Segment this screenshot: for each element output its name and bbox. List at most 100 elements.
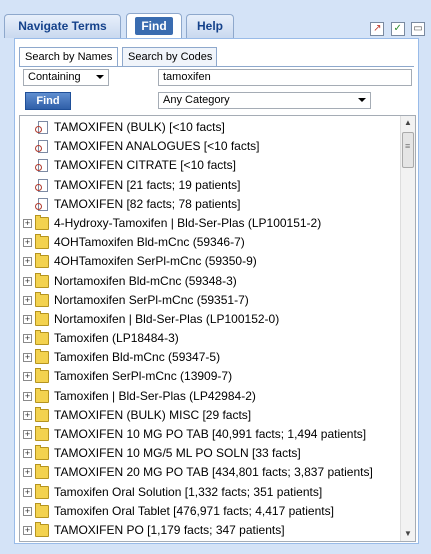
folder-icon	[35, 464, 49, 480]
find-button[interactable]: Find	[25, 92, 71, 110]
list-item-label: TAMOXIFEN [82 facts; 78 patients]	[54, 196, 241, 211]
folder-icon	[35, 234, 49, 250]
list-item[interactable]: +4-Hydroxy-Tamoxifen | Bld-Ser-Plas (LP1…	[20, 214, 400, 233]
list-item-label: 4OHTamoxifen SerPl-mCnc (59350-9)	[54, 254, 257, 269]
folder-icon	[35, 426, 49, 441]
document-icon	[35, 121, 48, 134]
scroll-down-icon[interactable]: ▼	[401, 527, 415, 541]
expand-icon[interactable]: +	[23, 468, 32, 478]
list-item[interactable]: +4OHTamoxifen SerPl-mCnc (59350-9)	[20, 252, 400, 271]
list-item-label: Tamoxifen Oral Tablet [476,971 facts; 4,…	[54, 503, 334, 518]
list-item[interactable]: + Tamoxifen Oral Solution [1,332 facts; 3…	[20, 483, 400, 502]
list-item[interactable]: TAMOXIFEN ANALOGUES [<10 facts]	[20, 137, 400, 156]
expand-icon[interactable]: +	[23, 506, 32, 516]
list-item-label: TAMOXIFEN ANALOGUES [<10 facts]	[54, 139, 260, 154]
list-item-label: TAMOXIFEN CITRATE [<10 facts]	[54, 158, 236, 173]
document-icon	[35, 140, 48, 154]
list-item-label: 4OHTamoxifen Bld-mCnc (59346-7)	[54, 235, 245, 250]
chevron-down-icon	[96, 75, 104, 79]
list-item[interactable]: TAMOXIFEN CITRATE [<10 facts]	[20, 156, 400, 175]
list-item-label: TAMOXIFEN [21 facts; 19 patients]	[54, 177, 241, 192]
tab-help[interactable]: Help	[186, 14, 234, 38]
find-panel: Search by Names Search by Codes Containi…	[14, 38, 419, 544]
main-tab-bar: Navigate Terms Find Help ↗ ✓ ▭	[4, 6, 427, 39]
window-icon[interactable]: ▭	[411, 22, 425, 36]
list-item-label: Nortamoxifen Bld-mCnc (59348-3)	[54, 273, 237, 288]
list-item[interactable]: + TAMOXIFEN 10 MG PO TAB [40,991 facts; 1…	[20, 425, 400, 444]
folder-icon	[35, 272, 49, 288]
scroll-thumb[interactable]	[402, 132, 414, 168]
expand-icon[interactable]: +	[23, 430, 32, 439]
document-icon	[35, 197, 48, 211]
list-item[interactable]: + Tamoxifen Bld-mCnc (59347-5)	[20, 348, 400, 367]
list-item[interactable]: + Nortamoxifen SerPl-mCnc (59351-7)	[20, 291, 400, 310]
list-item[interactable]: +TAMOXIFEN PO [1,179 facts; 347 patients…	[20, 540, 400, 541]
expand-icon[interactable]: +	[23, 334, 32, 344]
check-icon[interactable]: ✓	[390, 22, 405, 36]
folder-icon	[35, 330, 49, 346]
expand-icon[interactable]: +	[23, 372, 32, 382]
folder-icon	[35, 368, 49, 384]
tab-navigate-terms-label: Navigate Terms	[18, 19, 107, 33]
folder-icon	[35, 521, 49, 537]
list-item-label: 4-Hydroxy-Tamoxifen | Bld-Ser-Plas (LP10…	[54, 215, 322, 230]
list-item[interactable]: + Tamoxifen Oral Tablet [476,971 facts; 4…	[20, 502, 400, 521]
expand-icon[interactable]: +	[23, 353, 32, 363]
results-scrollbar[interactable]: ▲ ▼	[400, 116, 415, 541]
tab-find[interactable]: Find	[126, 13, 182, 39]
scroll-up-icon[interactable]: ▲	[401, 116, 415, 130]
expand-icon[interactable]: +	[23, 525, 32, 535]
expand-icon[interactable]: +	[23, 391, 32, 401]
folder-icon	[35, 291, 49, 307]
search-input[interactable]: tamoxifen	[158, 69, 412, 86]
tab-search-by-codes[interactable]: Search by Codes	[122, 47, 217, 67]
list-item-label: TAMOXIFEN (BULK) MISC [29 facts]	[54, 407, 252, 422]
list-item[interactable]: TAMOXIFEN (BULK) [<10 facts]	[20, 118, 400, 137]
expand-icon[interactable]: +	[23, 295, 32, 305]
expand-icon[interactable]: +	[23, 238, 32, 248]
list-item[interactable]: + Tamoxifen | Bld-Ser-Plas (LP42984-2)	[20, 387, 400, 406]
folder-icon	[35, 349, 49, 365]
export-icon[interactable]: ↗	[370, 22, 385, 36]
category-select[interactable]: Any Category	[158, 92, 371, 109]
list-item-label: Tamoxifen (LP18484-3)	[54, 331, 179, 346]
list-item[interactable]: TAMOXIFEN [82 facts; 78 patients]	[20, 195, 400, 214]
list-item[interactable]: + TAMOXIFEN PO [1,179 facts; 347 patients…	[20, 521, 400, 540]
list-item[interactable]: + Tamoxifen (LP18484-3)	[20, 329, 400, 348]
expand-icon[interactable]: +	[23, 276, 32, 286]
folder-icon	[35, 214, 49, 230]
match-mode-select[interactable]: Containing	[23, 69, 109, 86]
expand-icon[interactable]: +	[23, 314, 32, 324]
tab-search-by-names-label: Search by Names	[25, 51, 113, 63]
tab-navigate-terms[interactable]: Navigate Terms	[4, 14, 121, 38]
document-icon	[35, 178, 48, 192]
list-item-label: TAMOXIFEN 10 MG/5 ML PO SOLN [33 facts]	[54, 446, 301, 461]
expand-icon[interactable]: +	[23, 218, 32, 228]
list-item-label: Tamoxifen SerPl-mCnc (13909-7)	[54, 369, 233, 384]
folder-icon	[35, 445, 49, 461]
tab-search-by-names[interactable]: Search by Names	[19, 47, 118, 67]
list-item-label: TAMOXIFEN PO [1,179 facts; 347 patients]	[54, 540, 285, 541]
list-item-label: TAMOXIFEN 20 MG PO TAB [434,801 facts; 3…	[54, 465, 373, 480]
folder-icon	[35, 502, 49, 518]
tab-search-by-codes-label: Search by Codes	[128, 51, 213, 63]
list-item[interactable]: +4OHTamoxifen Bld-mCnc (59346-7)	[20, 233, 400, 252]
match-mode-value: Containing	[28, 71, 81, 83]
list-item[interactable]: TAMOXIFEN [21 facts; 19 patients]	[20, 176, 400, 195]
expand-icon[interactable]: +	[23, 410, 32, 420]
list-item[interactable]: + Nortamoxifen | Bld-Ser-Plas (LP100152-0…	[20, 310, 400, 329]
list-item-label: Nortamoxifen | Bld-Ser-Plas (LP100152-0)	[54, 311, 280, 326]
expand-icon[interactable]: +	[23, 449, 32, 459]
search-form: Containing tamoxifen Find Any Category	[19, 66, 414, 115]
list-item-label: TAMOXIFEN 10 MG PO TAB [40,991 facts; 1,…	[54, 427, 367, 441]
list-item[interactable]: + TAMOXIFEN 10 MG/5 ML PO SOLN [33 facts]	[20, 444, 400, 463]
list-item[interactable]: + Tamoxifen SerPl-mCnc (13909-7)	[20, 367, 400, 386]
list-item[interactable]: + TAMOXIFEN (BULK) MISC [29 facts]	[20, 406, 400, 425]
find-button-label: Find	[36, 95, 60, 107]
results-rows: TAMOXIFEN (BULK) [<10 facts] TAMOXIFEN AN…	[20, 118, 400, 541]
results-tree: TAMOXIFEN (BULK) [<10 facts] TAMOXIFEN AN…	[19, 115, 416, 542]
list-item[interactable]: + Nortamoxifen Bld-mCnc (59348-3)	[20, 272, 400, 291]
expand-icon[interactable]: +	[23, 487, 32, 497]
list-item[interactable]: + TAMOXIFEN 20 MG PO TAB [434,801 facts; …	[20, 463, 400, 482]
expand-icon[interactable]: +	[23, 257, 32, 267]
